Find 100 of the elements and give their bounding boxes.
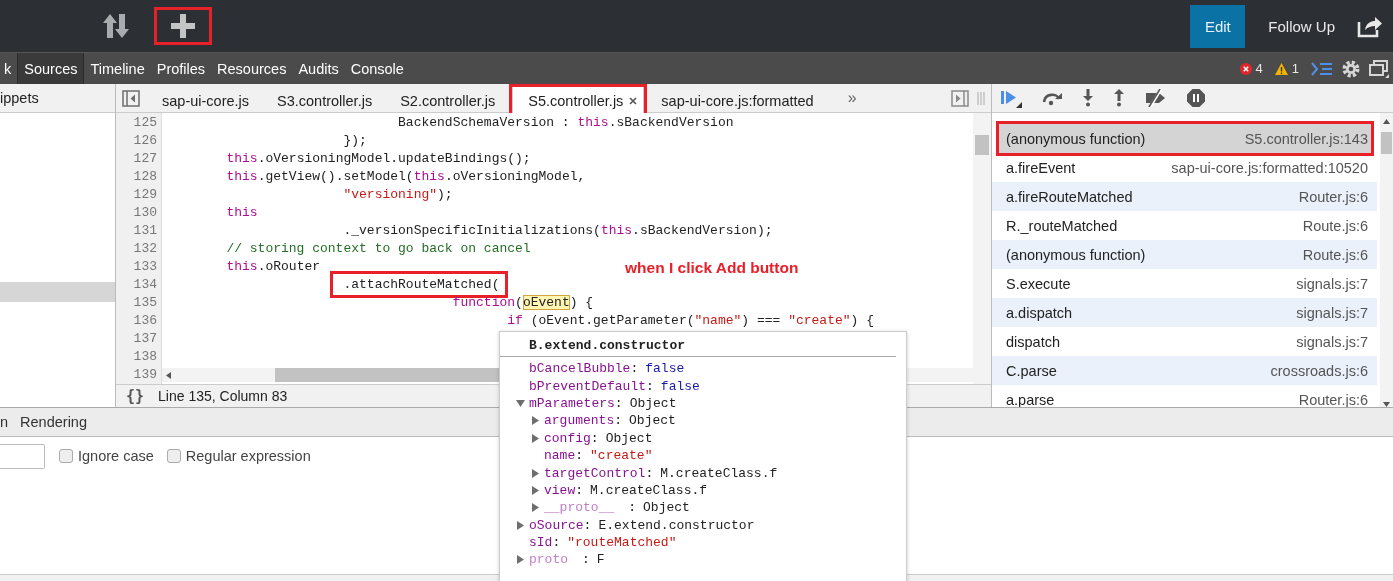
property-separator: :: [646, 378, 654, 394]
source-location: signals.js:7: [1296, 304, 1368, 321]
cursor-position: Line 135, Column 83: [158, 388, 288, 404]
code-text: if: [507, 313, 523, 328]
line-number: 130: [132, 204, 158, 222]
property-value: Object: [629, 413, 676, 429]
property-value: M.createClass.f: [590, 482, 708, 498]
code-text: this: [226, 205, 258, 220]
code-text: .sBackendVersion: [608, 115, 734, 130]
property-value: M.createClass.f: [660, 465, 778, 481]
property-name: mParameters: [529, 395, 615, 411]
property-name: bPreventDefault: [529, 378, 647, 394]
line-number: 132: [132, 240, 158, 258]
property-value: Object: [629, 395, 677, 411]
function-name: (anonymous function): [1006, 130, 1146, 147]
line-number: 139: [132, 366, 158, 384]
property-value: "routeMatched": [567, 535, 677, 551]
code-text: "versioning": [343, 187, 438, 202]
property-separator: :: [614, 395, 623, 411]
property-name: targetControl: [544, 465, 646, 481]
property-name: __proto__: [544, 500, 615, 516]
function-name: S.execute: [1006, 275, 1071, 292]
popover-title: B.extend.constructor: [500, 332, 896, 357]
property-separator: :: [628, 500, 637, 516]
code-text: this: [577, 115, 609, 130]
code-text: ._versionSpecificInitializations(: [343, 223, 601, 238]
line-number: 126: [132, 132, 158, 150]
property-name: bCancelBubble: [529, 361, 631, 377]
line-number: 133: [132, 258, 158, 276]
code-text: this: [226, 259, 258, 274]
line-number: 125: [132, 114, 158, 132]
property-separator: :: [583, 517, 592, 533]
function-name: R._routeMatched: [1006, 217, 1118, 234]
code-text: function: [452, 295, 516, 310]
function-name: a.fireRouteMatched: [1006, 188, 1133, 205]
line-number: 131: [132, 222, 158, 240]
code-text: );: [437, 187, 453, 202]
property-value: false: [660, 378, 700, 394]
warning-count: 1: [1291, 61, 1299, 76]
line-number: 134: [132, 276, 158, 294]
property-separator: :: [575, 448, 584, 464]
property-value: E.extend.constructor: [598, 517, 755, 533]
code-text: .oVersioningModel.updateBindings();: [257, 151, 531, 166]
property-value: Object: [643, 500, 690, 516]
property-name: view: [544, 482, 576, 498]
source-location: sap-ui-core.js:formatted:10520: [1171, 159, 1368, 176]
code-text: ) {: [569, 295, 594, 310]
property-separator: :: [630, 361, 639, 377]
property-separator: :: [645, 465, 654, 481]
source-location: signals.js:7: [1296, 333, 1368, 350]
property-separator: :: [552, 535, 561, 551]
property-separator: :: [582, 552, 590, 568]
line-number: 128: [132, 168, 158, 186]
code-text: ) {: [850, 313, 874, 328]
code-text: "create": [788, 313, 851, 328]
source-location: signals.js:7: [1296, 275, 1368, 292]
line-number: 138: [132, 348, 158, 366]
code-text: .oVersioningModel,: [444, 169, 586, 184]
code-text: BackendSchemaVersion :: [398, 115, 571, 130]
code-text: this: [226, 151, 258, 166]
property-separator: :: [575, 482, 584, 498]
code-text: .attachRouteMatched(: [343, 277, 500, 292]
code-text: .getView().setModel(: [257, 169, 414, 184]
function-name: C.parse: [1006, 362, 1057, 379]
property-value: "create": [590, 448, 653, 464]
property-separator: :: [614, 413, 623, 429]
source-location: crossroads.js:6: [1270, 362, 1368, 379]
function-name: a.parse: [1006, 391, 1055, 407]
line-number: 135: [132, 294, 158, 312]
line-number: 137: [132, 330, 158, 348]
source-location: S5.controller.js:143: [1244, 130, 1368, 147]
function-name: (anonymous function): [1006, 246, 1146, 263]
property-name: arguments: [544, 413, 615, 429]
source-location: Router.js:6: [1298, 391, 1368, 407]
function-name: dispatch: [1006, 333, 1060, 350]
line-number: 127: [132, 150, 158, 168]
property-name: proto: [529, 552, 568, 568]
line-number: 136: [132, 312, 158, 330]
code-text: (: [515, 295, 523, 310]
code-text: this: [226, 169, 258, 184]
annotation-text: when I click Add button: [625, 259, 799, 277]
source-location: Router.js:6: [1298, 188, 1368, 205]
code-text: .sBackendVersion);: [632, 223, 773, 238]
source-location: Route.js:6: [1302, 217, 1368, 234]
code-text: ) ===: [741, 313, 782, 328]
code-text: .oRouter: [257, 259, 321, 274]
code-text: this: [413, 169, 445, 184]
property-separator: :: [590, 430, 599, 446]
code-text: "name": [694, 313, 742, 328]
code-text: // storing context to go back on cancel: [226, 241, 531, 256]
source-location: Route.js:6: [1302, 246, 1368, 263]
function-name: a.fireEvent: [1006, 159, 1076, 176]
function-name: a.dispatch: [1006, 304, 1073, 321]
line-number: 129: [132, 186, 158, 204]
property-name: config: [544, 430, 591, 446]
code-text: this: [600, 223, 633, 238]
property-name: name: [544, 448, 576, 464]
property-value: F: [596, 552, 605, 568]
property-value: Object: [605, 430, 653, 446]
code-text: (oEvent.getParameter(: [529, 313, 695, 328]
